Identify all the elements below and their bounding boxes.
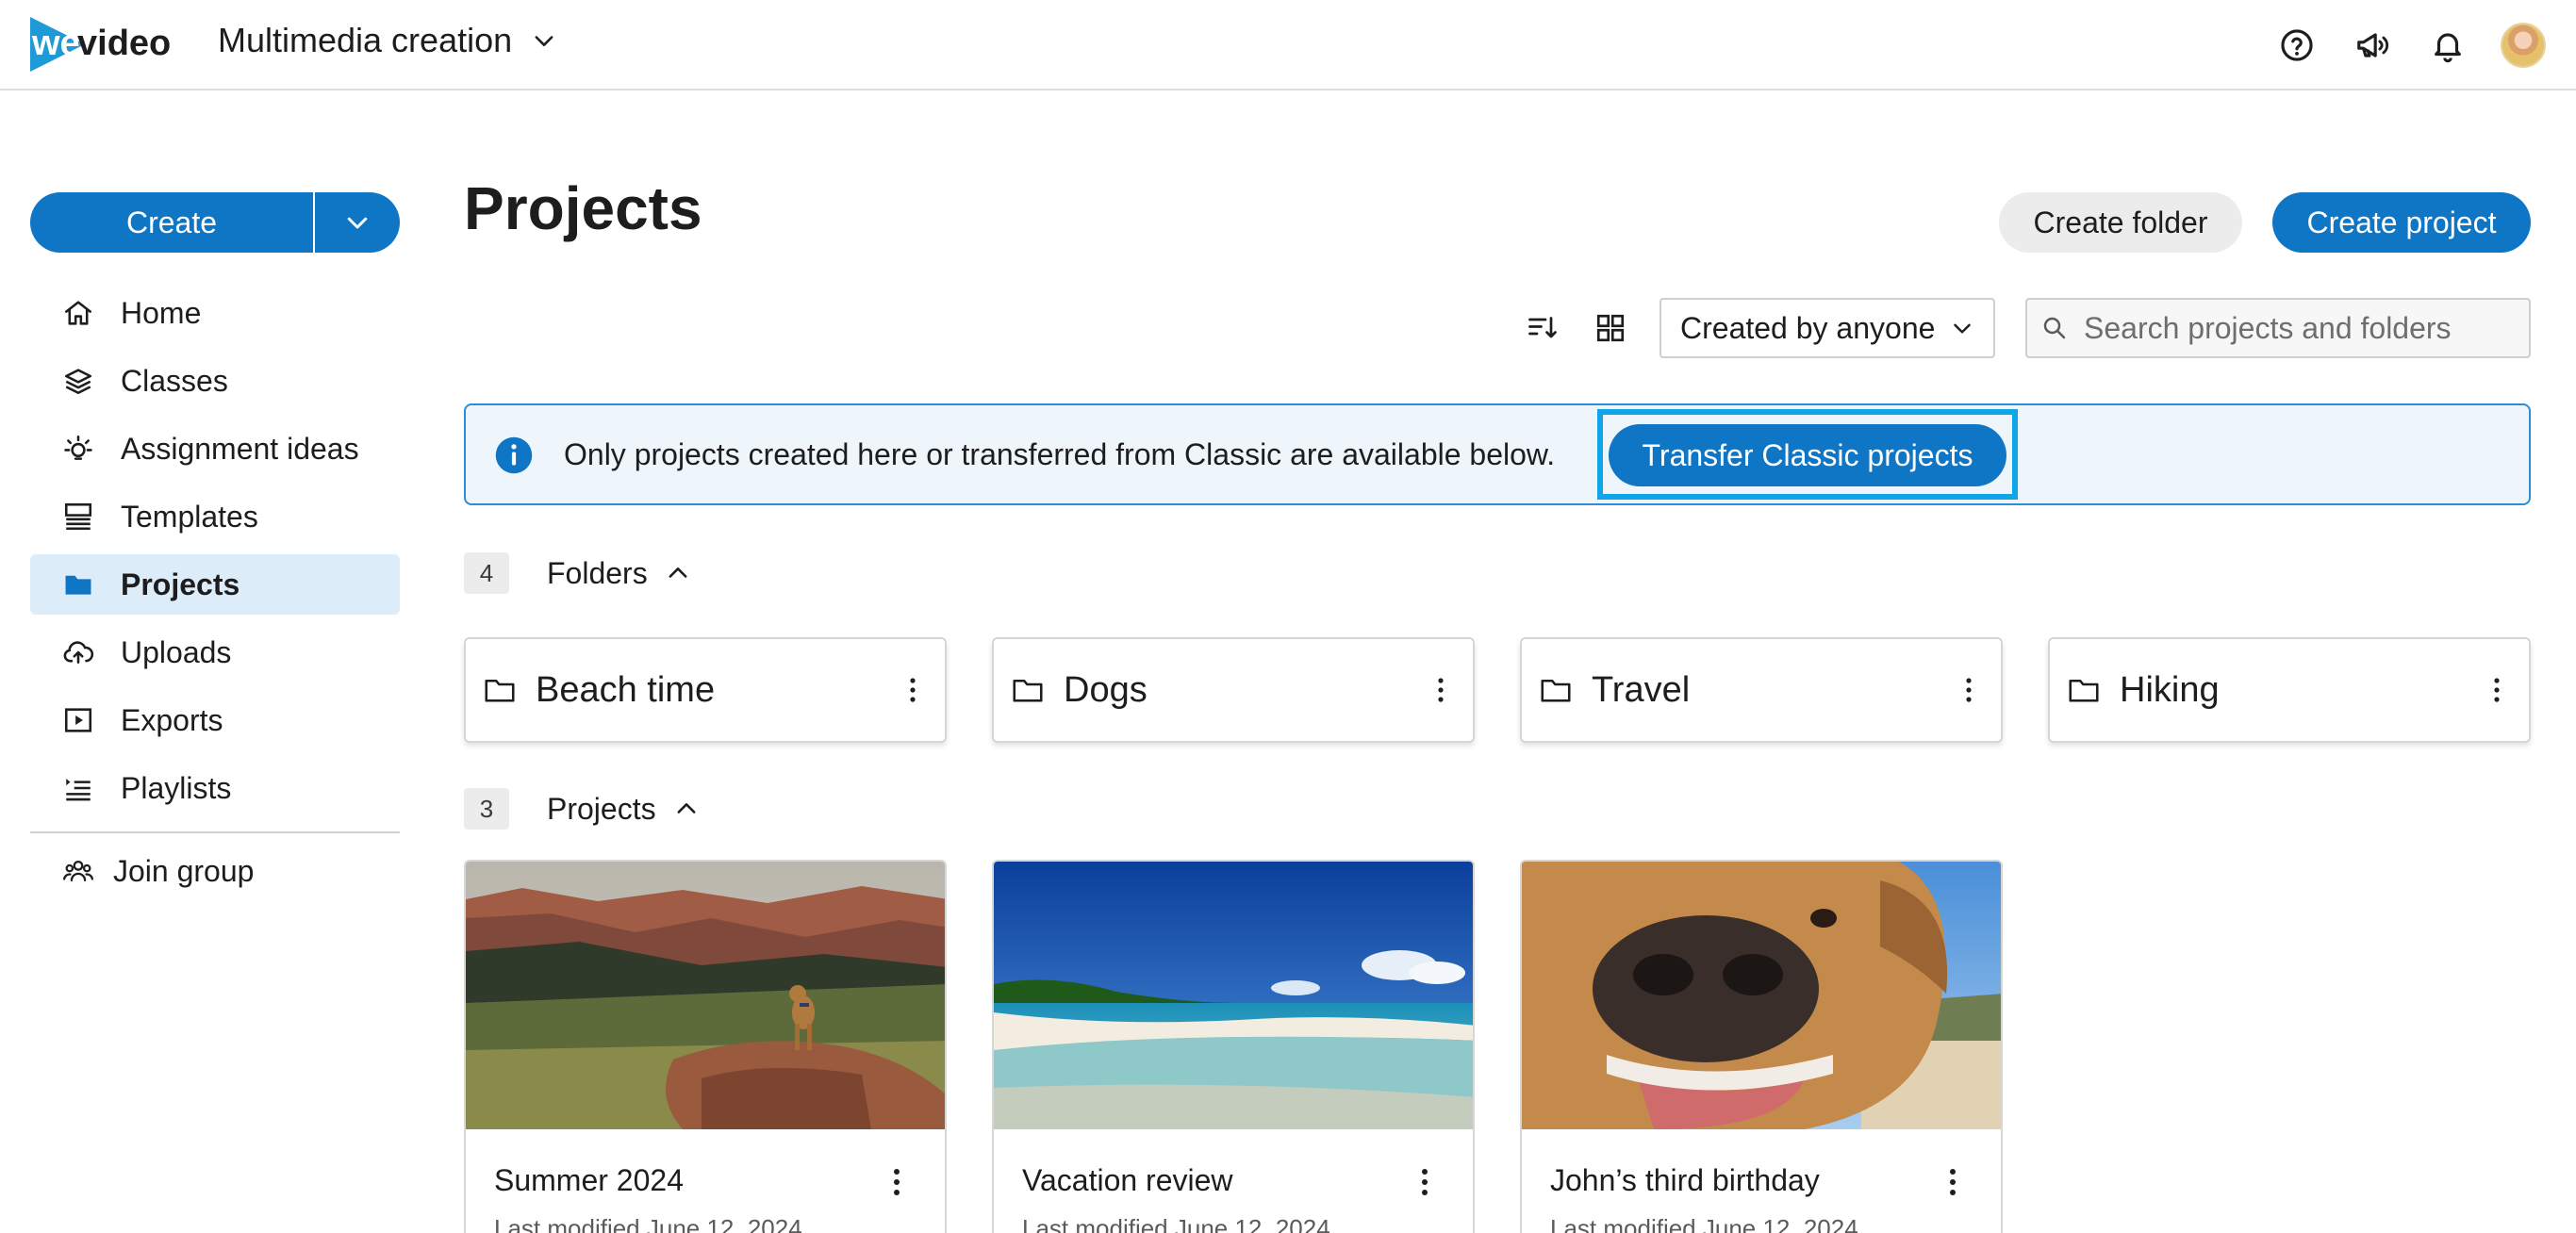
chevron-up-icon[interactable]	[673, 796, 700, 822]
project-title: Vacation review	[1022, 1163, 1233, 1197]
top-bar: we video Multimedia creation	[0, 0, 2576, 90]
more-options-icon[interactable]	[1422, 664, 1460, 716]
more-options-icon[interactable]	[894, 664, 932, 716]
play-box-icon	[64, 708, 92, 732]
projects-section-header: 3 Projects	[464, 786, 700, 831]
create-folder-button[interactable]: Create folder	[1999, 192, 2242, 253]
search-box	[2025, 298, 2531, 358]
folder-card[interactable]: Dogs	[992, 637, 1475, 743]
svg-text:video: video	[77, 24, 171, 63]
templates-icon	[64, 502, 92, 531]
create-split-button: Create	[30, 192, 400, 253]
project-card[interactable]: Vacation review Last modified June 12, 2…	[992, 860, 1475, 1233]
folder-icon	[485, 679, 515, 702]
playlist-icon	[66, 779, 91, 801]
sidebar-item-label: Home	[121, 295, 202, 330]
sort-icon[interactable]	[1522, 307, 1563, 349]
create-project-button[interactable]: Create project	[2272, 192, 2531, 253]
projects-count: 3	[464, 788, 509, 830]
sidebar-item-classes[interactable]: Classes	[30, 351, 400, 411]
join-group-label: Join group	[113, 853, 255, 888]
join-group-link[interactable]: Join group	[30, 841, 400, 901]
folder-name: Dogs	[1064, 669, 1148, 710]
project-thumbnail	[466, 862, 945, 1129]
help-icon[interactable]	[2276, 25, 2318, 66]
info-banner: Only projects created here or transferre…	[464, 403, 2531, 505]
folders-section-toggle[interactable]: Folders	[547, 556, 648, 591]
project-thumbnail	[994, 862, 1473, 1129]
sidebar-item-assignment-ideas[interactable]: Assignment ideas	[30, 419, 400, 479]
more-options-icon[interactable]	[1939, 1161, 1967, 1203]
folder-icon	[65, 575, 91, 595]
folder-card[interactable]: Beach time	[464, 637, 947, 743]
grid-view-icon[interactable]	[1590, 307, 1631, 349]
folder-icon	[1013, 679, 1043, 702]
transfer-classic-projects-button[interactable]: Transfer Classic projects	[1609, 424, 2006, 486]
user-avatar[interactable]	[2501, 23, 2546, 68]
project-last-modified: Last modified June 12, 2024	[494, 1214, 802, 1233]
more-options-icon[interactable]	[1411, 1161, 1439, 1203]
folder-card[interactable]: Travel	[1520, 637, 2003, 743]
project-card[interactable]: John’s third birthday Last modified June…	[1520, 860, 2003, 1233]
banner-text: Only projects created here or transferre…	[564, 437, 1556, 471]
home-icon	[64, 301, 92, 325]
project-title: John’s third birthday	[1550, 1163, 1820, 1197]
lightbulb-icon	[64, 435, 92, 460]
create-button[interactable]: Create	[30, 192, 315, 253]
workspace-selector[interactable]: Multimedia creation	[218, 21, 557, 60]
more-options-icon[interactable]	[1950, 664, 1988, 716]
folder-card[interactable]: Hiking	[2048, 637, 2531, 743]
project-last-modified: Last modified June 12, 2024	[1022, 1214, 1330, 1233]
sidebar-item-label: Playlists	[121, 770, 232, 805]
sidebar-divider	[30, 831, 400, 833]
page-title: Projects	[464, 174, 702, 242]
more-options-icon[interactable]	[2478, 664, 2516, 716]
chevron-down-icon	[535, 36, 553, 46]
created-by-filter[interactable]: Created by anyone	[1660, 298, 1995, 358]
folder-icon	[1541, 679, 1571, 702]
classes-icon	[64, 369, 92, 395]
folder-name: Hiking	[2120, 669, 2220, 710]
chevron-up-icon[interactable]	[665, 560, 691, 586]
sidebar-item-exports[interactable]: Exports	[30, 690, 400, 750]
chevron-down-icon	[1954, 323, 1971, 334]
project-title: Summer 2024	[494, 1163, 684, 1197]
folders-section-header: 4 Folders	[464, 551, 691, 596]
sidebar-item-templates[interactable]: Templates	[30, 486, 400, 547]
projects-section-toggle[interactable]: Projects	[547, 792, 656, 827]
sidebar-item-playlists[interactable]: Playlists	[30, 758, 400, 818]
sidebar-item-projects[interactable]: Projects	[30, 554, 400, 615]
svg-text:we: we	[31, 24, 80, 63]
more-options-icon[interactable]	[883, 1161, 911, 1203]
workspace-name: Multimedia creation	[218, 21, 513, 59]
filter-value: Created by anyone	[1680, 310, 1936, 345]
sidebar-nav: Home Classes Assignment ideas Templates …	[30, 283, 400, 826]
project-thumbnail	[1522, 862, 2001, 1129]
search-input[interactable]	[2084, 310, 2527, 346]
sidebar-item-label: Projects	[121, 567, 240, 601]
logo-mark: we video	[30, 17, 171, 72]
group-icon	[62, 860, 94, 882]
folders-count: 4	[464, 552, 509, 594]
sidebar-item-label: Templates	[121, 499, 258, 534]
folder-name: Travel	[1592, 669, 1691, 710]
create-dropdown-button[interactable]	[315, 192, 400, 253]
megaphone-icon[interactable]	[2352, 25, 2393, 66]
sidebar-item-label: Exports	[121, 702, 223, 737]
project-last-modified: Last modified June 12, 2024	[1550, 1214, 1858, 1233]
sidebar-item-uploads[interactable]: Uploads	[30, 622, 400, 682]
cloud-upload-icon	[63, 641, 94, 664]
sidebar-item-label: Assignment ideas	[121, 431, 359, 466]
sidebar-item-home[interactable]: Home	[30, 283, 400, 343]
bell-icon[interactable]	[2427, 25, 2469, 66]
wevideo-logo[interactable]: we video	[28, 13, 190, 75]
chevron-down-icon	[347, 217, 368, 229]
sidebar-item-label: Uploads	[121, 634, 232, 669]
project-card[interactable]: Summer 2024 Last modified June 12, 2024	[464, 860, 947, 1233]
folder-icon	[2069, 679, 2099, 702]
search-icon	[2043, 317, 2066, 339]
info-icon	[495, 436, 533, 474]
sidebar-item-label: Classes	[121, 363, 228, 398]
folder-name: Beach time	[536, 669, 716, 710]
